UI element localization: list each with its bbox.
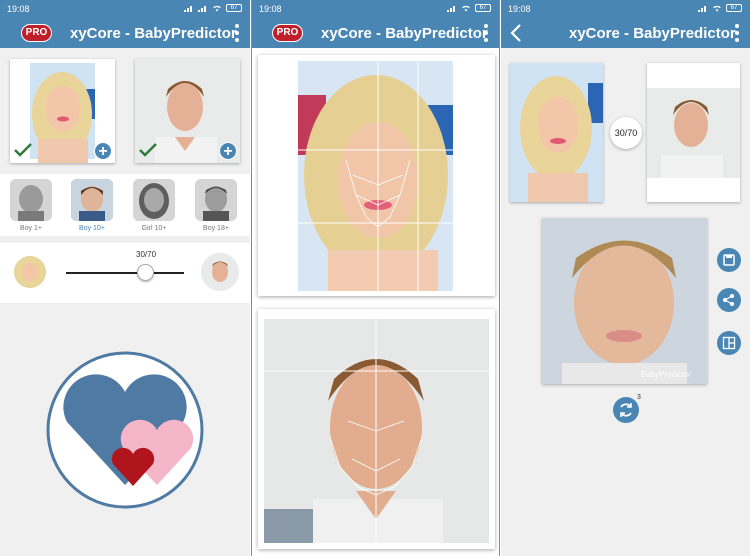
regenerate-count: 3 [637,394,641,401]
age-selector: Boy 1+ Boy 10+ Girl 10+ Boy 18+ [0,174,250,236]
back-arrow-icon[interactable] [509,23,523,43]
result-father-photo [647,63,740,202]
pro-badge[interactable]: PRO [272,24,303,42]
kebab-menu-icon[interactable] [483,24,489,42]
screen-parent-select: 19:08 67 PRO xyCore - BabyPredictor + + … [0,0,250,556]
app-title: xyCore - BabyPredictor [321,25,488,42]
app-title: xyCore - BabyPredictor [70,25,237,42]
ratio-badge: 30/70 [610,117,642,149]
app-bar: PRO xyCore - BabyPredictor [252,18,499,48]
age-option-girl-10[interactable]: Girl 10+ [133,179,175,232]
wifi-icon [713,5,721,12]
pro-badge[interactable]: PRO [21,24,52,42]
status-bar: 19:08 67 [501,0,750,18]
kebab-menu-icon[interactable] [234,24,240,42]
father-avatar [201,253,239,291]
age-thumb [10,179,52,221]
compare-icon[interactable] [717,331,741,355]
screen-face-analysis: 19:08 67 PRO xyCore - BabyPredictor [251,0,500,556]
app-bar: xyCore - BabyPredictor [501,18,750,48]
parent-photo-father[interactable]: + [135,59,240,163]
check-icon [14,143,32,157]
mother-face-image [510,63,603,202]
father-face-image [647,63,740,202]
predicted-baby-photo[interactable] [542,218,707,384]
plus-icon[interactable]: + [94,142,112,160]
blend-slider-row: 30/70 [0,243,250,303]
status-time: 19:08 [259,4,282,14]
mother-face-analysis [258,55,495,296]
battery-icon: 67 [726,3,742,12]
mother-avatar [14,256,46,288]
signal-icon [698,6,706,12]
parent-photo-mother[interactable]: + [10,59,115,163]
app-logo-hearts-icon[interactable] [45,350,205,510]
status-bar: 19:08 67 [0,0,250,18]
plus-icon[interactable]: + [219,142,237,160]
wifi-icon [462,5,470,12]
save-icon[interactable] [717,248,741,272]
check-icon [139,143,157,157]
battery-icon: 67 [475,3,491,12]
slider-knob[interactable] [137,264,154,281]
result-mother-photo [510,63,603,202]
app-title: xyCore - BabyPredictor [569,25,736,42]
age-option-boy-1[interactable]: Boy 1+ [10,179,52,232]
refresh-icon[interactable] [613,397,639,423]
father-landmark-image [264,319,489,543]
status-icons: 67 [184,3,242,12]
status-bar: 19:08 67 [252,0,499,18]
slider-value: 30/70 [136,250,157,259]
father-face-analysis [258,309,495,549]
status-time: 19:08 [7,4,30,14]
battery-icon: 67 [226,3,242,12]
signal-icon [184,6,192,12]
baby-face-image [542,218,707,384]
result-watermark: BabyPredictor [641,370,692,379]
signal-icon [447,6,455,12]
age-thumb [71,179,113,221]
share-icon[interactable] [717,288,741,312]
app-bar: PRO xyCore - BabyPredictor [0,18,250,48]
status-time: 19:08 [508,4,531,14]
status-icons: 67 [698,3,742,12]
age-option-boy-10[interactable]: Boy 10+ [71,179,113,232]
kebab-menu-icon[interactable] [734,24,740,42]
age-option-boy-18[interactable]: Boy 18+ [195,179,237,232]
status-icons: 67 [447,3,491,12]
signal-icon [198,6,206,12]
wifi-icon [213,5,221,12]
mother-landmark-image [298,61,453,291]
age-thumb [195,179,237,221]
slider-track[interactable] [66,272,184,274]
age-thumb [133,179,175,221]
